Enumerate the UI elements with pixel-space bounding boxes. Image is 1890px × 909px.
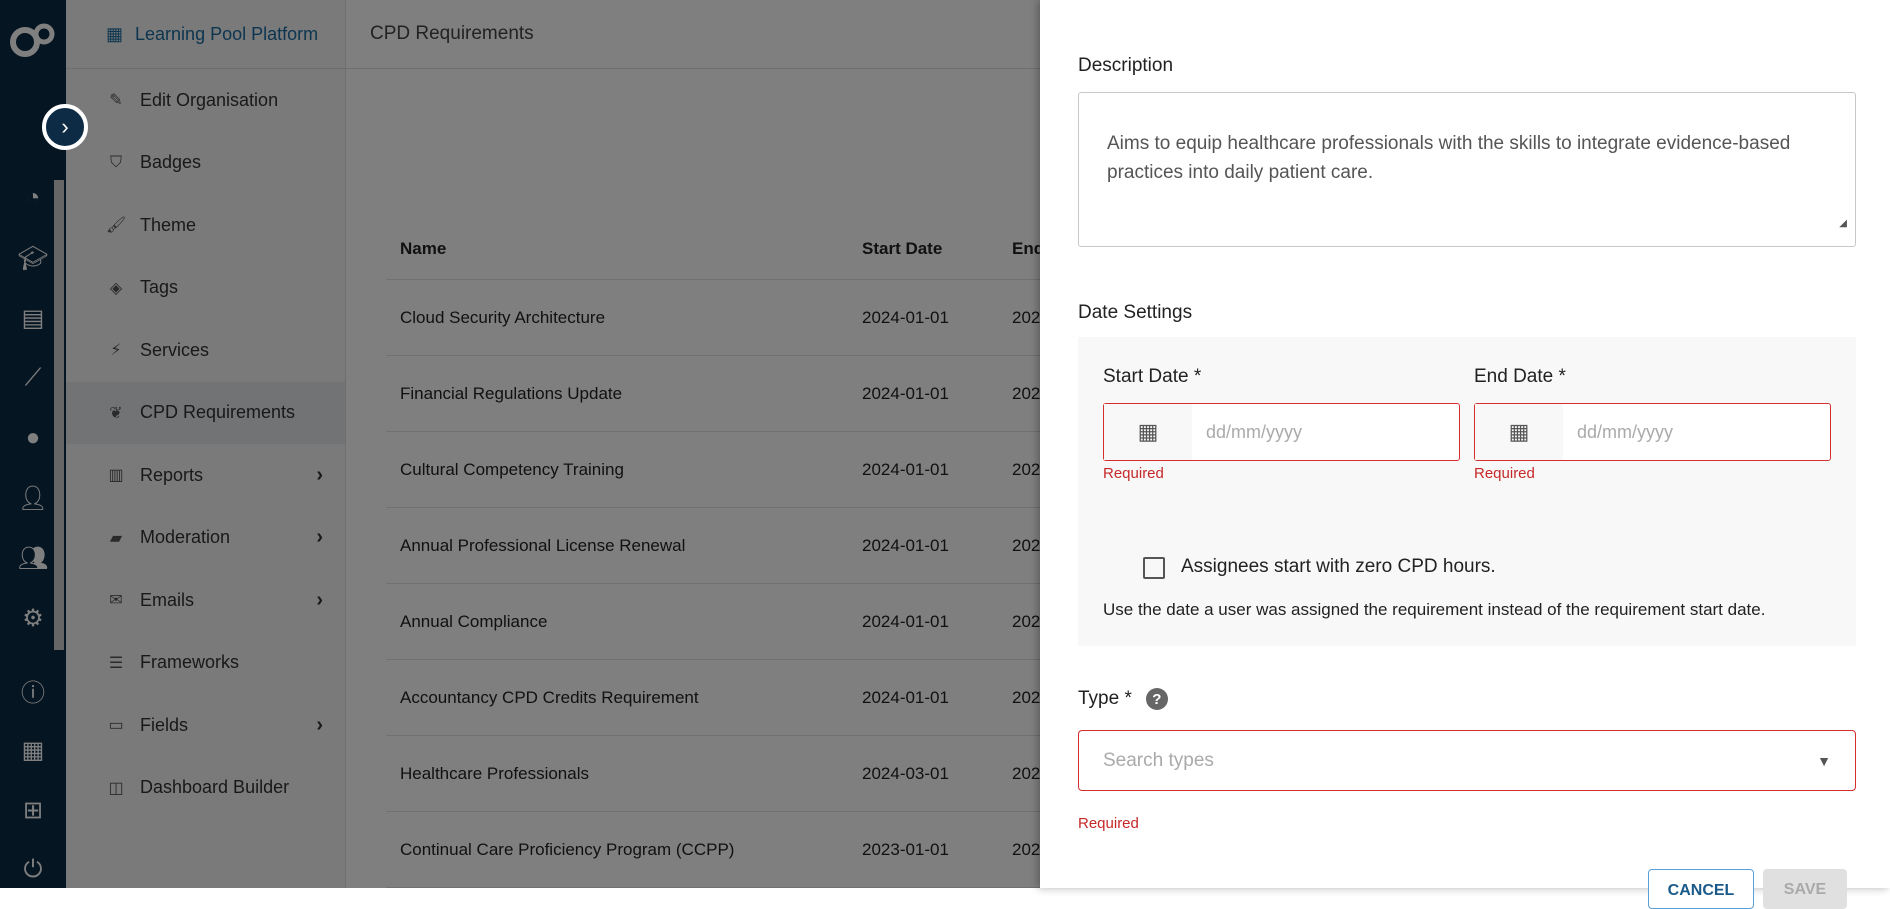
end-date-label: End Date * (1474, 366, 1566, 387)
date-settings-box: Start Date * End Date * ▦ dd/mm/yyyy ▦ dd/… (1078, 337, 1856, 646)
save-button[interactable]: SAVE (1763, 869, 1847, 909)
dropdown-arrow-icon: ▼ (1817, 752, 1831, 769)
type-select[interactable]: Search types ▼ (1078, 730, 1856, 791)
type-placeholder: Search types (1103, 749, 1214, 771)
checkbox-help-text: Use the date a user was assigned the req… (1103, 600, 1766, 619)
end-date-placeholder: dd/mm/yyyy (1577, 421, 1674, 442)
checkbox-label: Assignees start with zero CPD hours. (1181, 556, 1496, 577)
date-settings-label: Date Settings (1078, 302, 1193, 323)
description-text: Aims to equip healthcare professionals w… (1107, 133, 1791, 183)
start-date-error: Required (1103, 465, 1164, 482)
description-label: Description (1078, 55, 1174, 76)
start-date-placeholder: dd/mm/yyyy (1206, 421, 1303, 442)
calendar-icon[interactable]: ▦ (1475, 404, 1563, 460)
type-label: Type *? (1078, 688, 1168, 710)
end-date-input[interactable]: ▦ dd/mm/yyyy (1474, 403, 1831, 461)
type-label-text: Type * (1078, 688, 1132, 710)
description-textarea[interactable]: Aims to equip healthcare professionals w… (1078, 92, 1856, 247)
zero-cpd-checkbox[interactable] (1143, 557, 1165, 579)
resize-handle-icon[interactable]: ◢ (1839, 209, 1847, 238)
end-date-error: Required (1474, 465, 1535, 482)
calendar-icon[interactable]: ▦ (1104, 404, 1192, 460)
help-icon[interactable]: ? (1145, 688, 1168, 710)
start-date-label: Start Date * (1103, 366, 1202, 387)
edit-requirement-panel: Description Aims to equip healthcare pro… (1040, 0, 1890, 909)
expand-sidebar-button[interactable]: › (42, 104, 88, 150)
cancel-button[interactable]: CANCEL (1648, 869, 1754, 909)
type-error: Required (1078, 815, 1139, 832)
start-date-input[interactable]: ▦ dd/mm/yyyy (1103, 403, 1460, 461)
